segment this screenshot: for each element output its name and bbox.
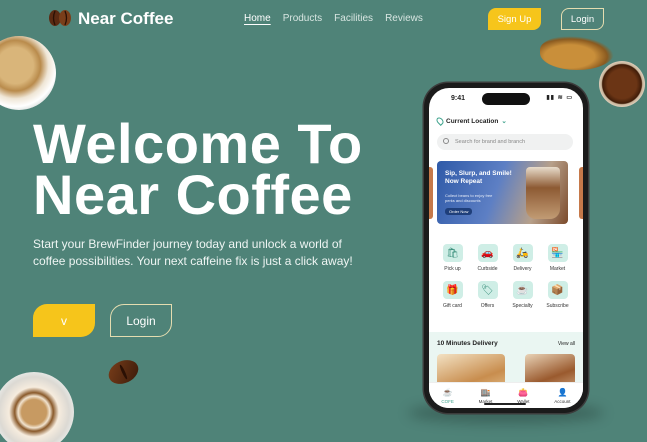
category-label: Subscribe (546, 303, 569, 309)
category-label: Gift card (443, 303, 462, 309)
hero-description: Start your BrewFinder journey today and … (33, 237, 353, 268)
wallet-icon: 👛 (518, 387, 529, 397)
pickup-icon: 🛍 (442, 244, 463, 262)
category-gift-card[interactable]: 🎁 Gift card (435, 281, 470, 309)
coffee-icon: ☕ (442, 387, 453, 397)
market-icon: 🏪 (547, 244, 568, 262)
search-icon (443, 138, 449, 144)
category-delivery[interactable]: 🛵 Delivery (505, 244, 540, 272)
phone-mockup: 9:41 ▮▮ ≋ ▭ Current Location ⌄ Search fo… (424, 83, 588, 413)
hero-title-line1: Welcome To (33, 112, 363, 175)
home-indicator (484, 403, 526, 405)
delivery-icon: 🛵 (512, 244, 533, 262)
category-label: Specialty (512, 303, 533, 309)
search-input[interactable]: Search for brand and branch (437, 134, 573, 150)
category-specialty[interactable]: ☕ Specialty (505, 281, 540, 309)
category-offers[interactable]: 🏷 Offers (470, 281, 505, 309)
dynamic-island (482, 93, 530, 105)
carousel-next-card[interactable] (579, 167, 583, 219)
brand-name[interactable]: Near Coffee (78, 9, 173, 29)
tab-label: COFE (441, 398, 454, 404)
category-subscribe[interactable]: 📦 Subscribe (540, 281, 575, 309)
status-time: 9:41 (451, 95, 466, 102)
category-label: Curbside (477, 266, 498, 272)
category-label: Market (549, 266, 566, 272)
tab-account[interactable]: 👤 Account (554, 388, 570, 404)
banner-subtitle: Collect beans to enjoy free perks and di… (445, 193, 493, 203)
gift-card-icon: 🎁 (442, 281, 463, 299)
curbside-icon: 🚗 (477, 244, 498, 262)
signup-button[interactable]: Sign Up (488, 8, 541, 30)
header-login-button[interactable]: Login (561, 8, 604, 30)
category-market[interactable]: 🏪 Market (540, 244, 575, 272)
coffee-pot-image (540, 36, 614, 70)
nav-facilities[interactable]: Facilities (334, 13, 373, 24)
hero-login-button[interactable]: Login (110, 304, 172, 337)
market-icon: 🏬 (480, 387, 491, 397)
banner-title: Sip, Slurp, and Smile! Now Repeat (445, 170, 512, 185)
specialty-icon: ☕ (512, 281, 533, 299)
hero-cta-button[interactable]: v (33, 304, 95, 337)
banner-order-button[interactable]: Order Now (445, 208, 473, 215)
tab-label: Account (554, 398, 571, 404)
iced-coffee-image (526, 167, 560, 219)
category-label: Delivery (513, 266, 532, 272)
nav-products[interactable]: Products (283, 13, 322, 24)
tab-wallet[interactable]: 👛 Wallet (517, 388, 529, 404)
view-all-link[interactable]: View all (558, 341, 575, 347)
coffee-bean-image (104, 355, 143, 389)
phone-screen: 9:41 ▮▮ ≋ ▭ Current Location ⌄ Search fo… (429, 88, 583, 408)
location-label: Current Location (446, 117, 499, 125)
tab-market[interactable]: 🏬 Market (479, 388, 493, 404)
latte-cup-image (0, 372, 74, 442)
delivery-title: 10 Minutes Delivery (437, 340, 498, 347)
nav-reviews[interactable]: Reviews (385, 13, 423, 24)
offers-icon: 🏷 (477, 281, 498, 299)
status-bar: 9:41 ▮▮ ≋ ▭ (429, 88, 583, 106)
location-pin-icon (435, 116, 445, 126)
hero-title: Welcome To Near Coffee (33, 112, 363, 226)
coffee-cup-image (0, 36, 56, 110)
hero-title-line2: Near Coffee (33, 163, 353, 226)
search-placeholder: Search for brand and branch (455, 139, 526, 145)
logo-icon[interactable] (48, 8, 72, 28)
status-icons: ▮▮ ≋ ▭ (546, 95, 573, 101)
promo-banner[interactable]: Sip, Slurp, and Smile! Now Repeat Collec… (437, 161, 568, 224)
nav-home[interactable]: Home (244, 13, 271, 24)
category-grid: 🛍 Pick up 🚗 Curbside 🛵 Delivery 🏪 Market… (435, 244, 575, 309)
account-icon: 👤 (557, 387, 568, 397)
main-nav: Home Products Facilities Reviews (244, 13, 423, 24)
tab-cofe[interactable]: ☕ COFE (441, 388, 454, 404)
coffee-beans-bowl-image (599, 61, 645, 107)
category-pickup[interactable]: 🛍 Pick up (435, 244, 470, 272)
category-label: Offers (480, 303, 495, 309)
subscribe-icon: 📦 (547, 281, 568, 299)
chevron-down-icon: ⌄ (501, 118, 507, 125)
location-selector[interactable]: Current Location ⌄ (435, 116, 507, 126)
category-curbside[interactable]: 🚗 Curbside (470, 244, 505, 272)
category-label: Pick up (444, 266, 461, 272)
carousel-prev-card[interactable] (429, 167, 433, 219)
